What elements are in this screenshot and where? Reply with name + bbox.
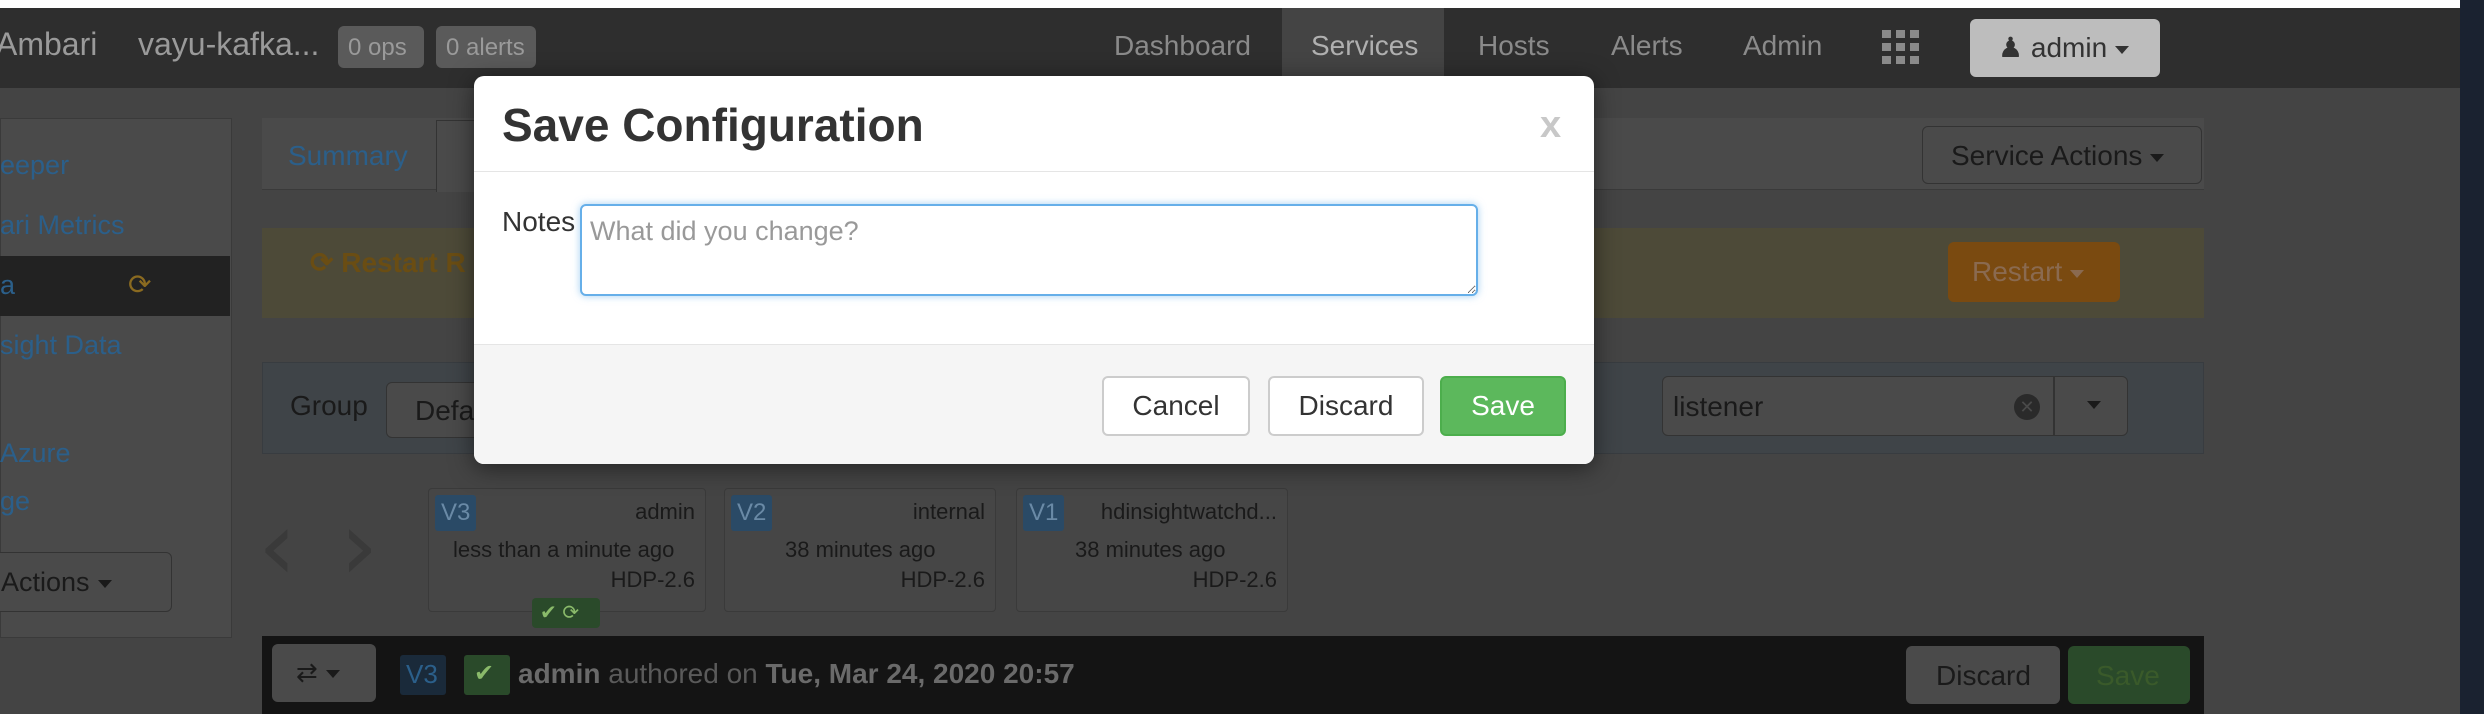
- window-edge: [2460, 0, 2484, 714]
- cluster-name[interactable]: vayu-kafka...: [138, 26, 319, 63]
- notes-label: Notes: [502, 206, 576, 237]
- brand-logo-text[interactable]: Ambari: [0, 26, 97, 63]
- user-icon: ♟: [1998, 32, 2024, 63]
- version-stack: HDP-2.6: [610, 567, 695, 592]
- chevron-down-icon: [325, 670, 340, 679]
- sidebar-item-azure[interactable]: Azure: [0, 438, 71, 469]
- cancel-button[interactable]: Cancel: [1102, 376, 1250, 436]
- config-search-input[interactable]: listener: [1662, 376, 2054, 436]
- user-menu-button[interactable]: ♟ admin: [1970, 19, 2160, 77]
- restart-button[interactable]: Restart: [1948, 242, 2120, 302]
- bar-save-button[interactable]: Save: [2068, 646, 2190, 704]
- version-card[interactable]: V1 hdinsightwatchd... 38 minutes ago HDP…: [1016, 488, 1288, 612]
- version-time: 38 minutes ago: [1075, 537, 1226, 562]
- clear-search-icon[interactable]: ✕: [2014, 394, 2040, 420]
- dialog-title: Save Configuration: [502, 99, 924, 151]
- check-icon: ✔: [464, 655, 510, 695]
- chevron-down-icon: [2150, 153, 2165, 162]
- version-stack: HDP-2.6: [900, 567, 985, 592]
- dialog-footer: [474, 344, 1594, 464]
- save-button[interactable]: Save: [1440, 376, 1566, 436]
- actions-button[interactable]: Actions: [0, 552, 172, 612]
- tab-summary[interactable]: Summary: [288, 140, 408, 172]
- chevron-down-icon: [2115, 45, 2130, 54]
- sidebar-item-storage[interactable]: ge: [0, 486, 30, 517]
- save-configuration-dialog: Save Configuration x Notes Cancel Discar…: [474, 76, 1594, 464]
- chevron-down-icon: [2070, 269, 2085, 278]
- notes-textarea[interactable]: [580, 204, 1478, 296]
- restart-label: Restart: [1972, 256, 2063, 287]
- discard-button[interactable]: Discard: [1268, 376, 1424, 436]
- sidebar-item-active[interactable]: [0, 256, 230, 316]
- nav-services[interactable]: Services: [1311, 30, 1418, 62]
- current-version-badge: V3: [400, 655, 446, 695]
- ops-badge[interactable]: 0 ops: [338, 26, 424, 68]
- version-time: less than a minute ago: [453, 537, 675, 562]
- user-menu-label: admin: [2030, 32, 2108, 63]
- version-card[interactable]: V2 internal 38 minutes ago HDP-2.6: [724, 488, 996, 612]
- nav-alerts[interactable]: Alerts: [1611, 30, 1683, 62]
- alerts-badge[interactable]: 0 alerts: [436, 26, 536, 68]
- chevron-left-icon[interactable]: ‹: [258, 490, 296, 602]
- nav-hosts[interactable]: Hosts: [1478, 30, 1550, 62]
- sidebar-item-insight-data[interactable]: sight Data: [0, 330, 122, 361]
- version-author-line: admin authored on Tue, Mar 24, 2020 20:5…: [518, 658, 1075, 689]
- chevron-right-icon[interactable]: ›: [340, 490, 378, 602]
- version-author: hdinsightwatchd...: [1100, 499, 1277, 524]
- nav-admin[interactable]: Admin: [1743, 30, 1822, 62]
- version-badge: V2: [731, 495, 773, 531]
- chevron-down-icon: [2087, 401, 2101, 409]
- close-icon[interactable]: x: [1540, 104, 1561, 147]
- compare-versions-button[interactable]: ⇄: [272, 644, 376, 702]
- version-badge: V3: [435, 495, 477, 531]
- search-filter-dropdown[interactable]: [2054, 376, 2128, 436]
- version-author: admin: [635, 499, 695, 524]
- sidebar-item-zookeeper[interactable]: eeper: [0, 150, 69, 181]
- version-badge: V1: [1023, 495, 1065, 531]
- top-strip: [0, 0, 2460, 8]
- nav-dashboard[interactable]: Dashboard: [1114, 30, 1251, 62]
- version-card[interactable]: V3 admin less than a minute ago HDP-2.6: [428, 488, 706, 612]
- group-label: Group: [290, 390, 368, 421]
- refresh-icon: ⟳: [128, 269, 152, 300]
- service-actions-label: Service Actions: [1951, 140, 2143, 171]
- version-stack: HDP-2.6: [1192, 567, 1277, 592]
- app-grid-icon[interactable]: [1882, 30, 1920, 64]
- sidebar-item-kafka[interactable]: a: [0, 270, 15, 301]
- service-actions-button[interactable]: Service Actions: [1922, 126, 2202, 184]
- chevron-down-icon: [97, 579, 112, 588]
- bar-discard-button[interactable]: Discard: [1906, 646, 2060, 704]
- actions-label: Actions: [1, 567, 90, 597]
- current-version-check-icon: ✔ ⟳: [532, 598, 600, 628]
- sidebar-item-ambari-metrics[interactable]: ari Metrics: [0, 210, 125, 241]
- shuffle-icon: ⇄: [296, 657, 318, 687]
- version-author: internal: [912, 499, 985, 524]
- restart-required-text: ⟳ Restart R: [310, 247, 466, 278]
- version-time: 38 minutes ago: [785, 537, 936, 562]
